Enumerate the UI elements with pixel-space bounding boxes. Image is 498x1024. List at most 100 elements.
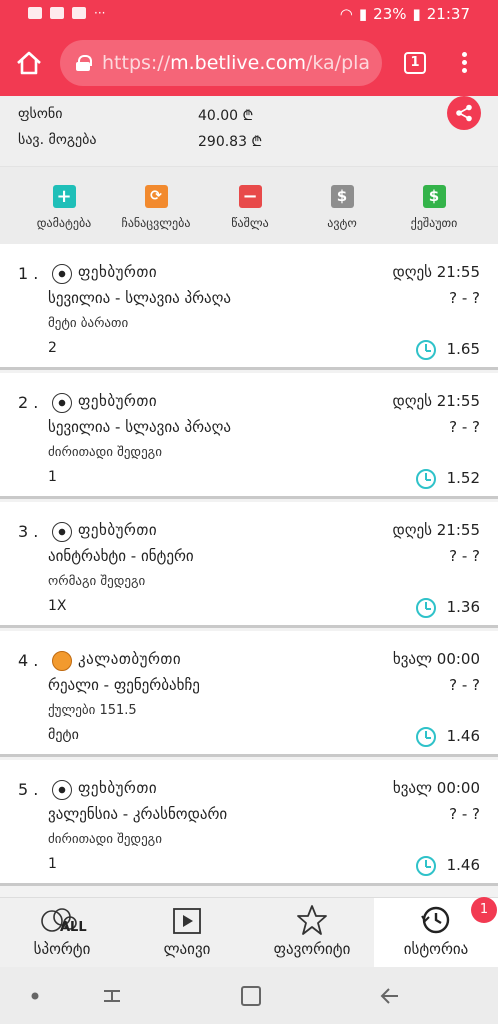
clock-icon [416,340,436,360]
selection: 2 [48,340,57,356]
odds: 1.36 [446,598,480,616]
auto-label: ავტო [327,216,357,230]
url-bar[interactable]: https://m.betlive.com/ka/pla [60,40,382,86]
market-name: ორმაგი შედეგი [48,574,146,589]
nav-favorites-label: ფავორიტი [273,940,351,958]
soccer-ball-icon [52,522,72,542]
event-time: დღეს 21:55 [392,392,480,410]
dollar-icon: $ [330,185,354,208]
market-name: ძირითადი შედეგი [48,832,162,847]
swap-icon: ⟳ [144,185,168,208]
home-icon [17,51,41,75]
nav-history-label: ისტორია [403,940,469,958]
bet-card[interactable]: 3 . ფეხბურთი დღეს 21:55 აინტრახტი - ინტე… [0,502,498,628]
soccer-ball-icon [52,264,72,284]
nav-favorites[interactable]: ფავორიტი [250,898,374,968]
notification-icons: ··· [28,6,105,20]
sport-name: ფეხბურთი [78,521,158,539]
score: ? - ? [449,547,480,565]
potential-win-label: სავ. მოგება [18,132,97,148]
market-name: მეტი ბარათი [48,316,129,331]
overflow-menu-icon[interactable] [456,50,472,76]
bet-actions-toolbar: + დამატება ⟳ ჩანაცვლება − წაშლა $ ავტო $… [0,166,498,244]
replace-label: ჩანაცვლება [121,216,191,230]
nav-live-label: ლაივი [163,940,211,958]
system-status: ◠ ▮ 23% ▮ 21:37 [340,5,470,23]
score: ? - ? [449,289,480,307]
nav-sports-label: სპორტი [33,940,91,958]
score: ? - ? [449,676,480,694]
wifi-icon: ◠ [339,5,353,23]
selection: მეტი [48,727,79,743]
sports-all-text: ALL [60,920,87,935]
market-name: ძირითადი შედეგი [48,445,162,460]
bet-card[interactable]: 1 . ფეხბურთი დღეს 21:55 სევილია - სლავია… [0,244,498,370]
replace-button[interactable]: ⟳ ჩანაცვლება [106,185,206,230]
odds: 1.65 [446,340,480,358]
minus-icon: − [238,185,262,208]
match-name: სევილია - სლავია პრაღა [48,289,232,307]
cashout-label: ქეშაუთი [410,216,458,230]
cashout-dollar-icon: $ [422,185,446,208]
selection: 1 [48,469,57,485]
cell-signal-icon: ▮ [358,5,368,23]
status-bar: ··· ◠ ▮ 23% ▮ 21:37 [0,0,498,30]
clock-icon [416,727,436,747]
message-icon [72,7,86,19]
lock-icon [76,55,92,71]
sport-name: ფეხბურთი [78,779,158,797]
nav-sports[interactable]: ALL სპორტი [0,898,124,968]
tab-switcher-button[interactable]: 1 [404,52,426,74]
odds: 1.46 [446,856,480,874]
selection: 1 [48,856,57,872]
market-name: ქულები 151.5 [48,703,137,718]
home-nav-icon[interactable] [240,985,262,1007]
clock-icon [416,598,436,618]
star-icon [297,905,327,935]
home-button[interactable] [14,48,44,78]
history-badge: 1 [471,897,497,923]
potential-win-value: 290.83 ₾ [198,134,263,150]
event-time: ხვალ 00:00 [392,779,480,797]
signal-stats-icon [28,7,42,19]
clock-time: 21:37 [426,5,470,23]
score: ? - ? [449,805,480,823]
bet-card[interactable]: 4 . კალათბურთი ხვალ 00:00 რეალი - ფენერბ… [0,631,498,757]
score: ? - ? [449,418,480,436]
event-time: ხვალ 00:00 [392,650,480,668]
match-name: სევილია - სლავია პრაღა [48,418,232,436]
battery-percent: 23% [373,5,407,23]
bet-number: 5 . [18,780,39,799]
share-button[interactable] [447,96,481,130]
bet-card[interactable]: 5 . ფეხბურთი ხვალ 00:00 ვალენსია - კრასნ… [0,760,498,886]
stake-label: ფსონი [18,106,63,122]
play-icon [173,908,201,934]
auto-button[interactable]: $ ავტო [292,185,392,230]
add-button[interactable]: + დამატება [14,185,114,230]
soccer-ball-icon [52,393,72,413]
delete-label: წაშლა [231,216,269,230]
dot-indicator-icon[interactable] [30,991,40,1001]
battery-icon: ▮ [412,5,421,23]
soccer-ball-icon [52,780,72,800]
event-time: დღეს 21:55 [392,263,480,281]
add-label: დამატება [36,216,92,230]
plus-icon: + [52,185,76,208]
clock-icon [416,469,436,489]
url-text: https://m.betlive.com/ka/pla [102,52,371,74]
odds: 1.52 [446,469,480,487]
delete-button[interactable]: − წაშლა [200,185,300,230]
event-time: დღეს 21:55 [392,521,480,539]
bet-number: 1 . [18,264,39,283]
notification-icon [50,7,64,19]
bet-card[interactable]: 2 . ფეხბურთი დღეს 21:55 სევილია - სლავია… [0,373,498,499]
back-nav-icon[interactable] [378,985,402,1007]
sport-name: ფეხბურთი [78,263,158,281]
nav-live[interactable]: ლაივი [124,898,250,968]
odds: 1.46 [446,727,480,745]
recent-apps-icon[interactable] [100,985,124,1007]
bet-number: 3 . [18,522,39,541]
bet-summary: ფსონი 40.00 ₾ სავ. მოგება 290.83 ₾ [0,96,498,166]
cashout-button[interactable]: $ ქეშაუთი [384,185,484,230]
selection: 1X [48,598,67,614]
